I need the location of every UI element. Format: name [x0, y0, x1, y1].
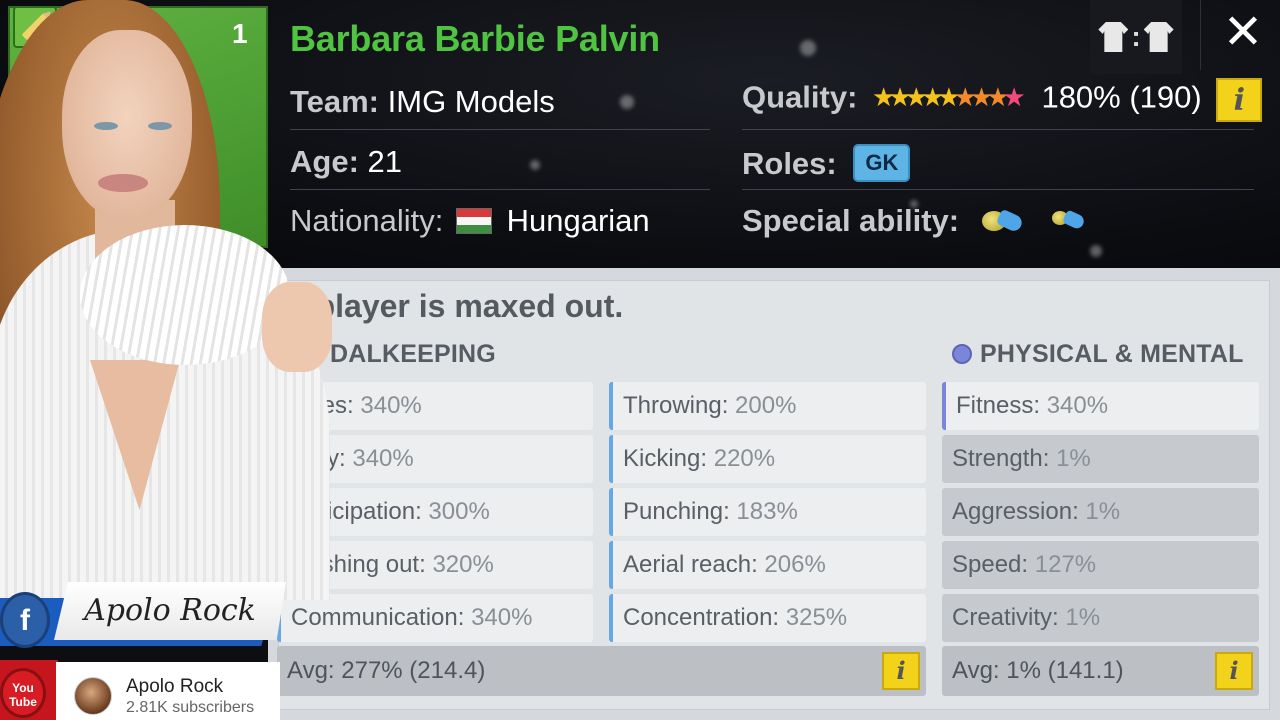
stat-row[interactable]: Creativity: 1%: [942, 594, 1259, 642]
stat-row[interactable]: Communication: 340%: [277, 594, 593, 642]
goalkeeping-average: Avg: 277% (214.4) i: [277, 646, 926, 696]
portrait-hand: [262, 282, 332, 372]
youtube-icon[interactable]: You Tube: [0, 668, 46, 718]
stat-label: Throwing:: [623, 392, 729, 419]
stat-label: Strength:: [952, 445, 1050, 472]
player-name: Barbara Barbie Palvin: [290, 18, 660, 59]
physical-mental-label: PHYSICAL & MENTAL: [980, 340, 1244, 368]
quality-stars-icon: ★★★★★★★★★: [872, 81, 1026, 112]
quality-info-button[interactable]: i: [1216, 78, 1263, 122]
stat-row[interactable]: Kicking: 220%: [609, 435, 926, 483]
stat-label: Concentration:: [623, 604, 780, 631]
divider: [290, 129, 710, 130]
player-portrait: [0, 0, 340, 600]
portrait-collar: [80, 225, 290, 365]
goalkeeping-info-button[interactable]: i: [882, 652, 920, 690]
ability-icon[interactable]: [980, 205, 1026, 235]
physical-average: Avg: 1% (141.1) i: [942, 646, 1259, 696]
stat-value: 300%: [428, 498, 490, 525]
stat-label: Creativity:: [952, 604, 1059, 631]
roles-label: Roles:: [742, 146, 837, 181]
stat-value: 340%: [1046, 392, 1109, 419]
stat-value: 220%: [713, 445, 776, 472]
physical-average-value: Avg: 1% (141.1): [952, 657, 1124, 684]
stat-row[interactable]: Speed: 127%: [942, 541, 1259, 589]
shirt-icon: [1143, 22, 1174, 52]
divider: [290, 189, 710, 190]
signature-banner: Apolo Rock: [54, 582, 286, 640]
stat-value: 206%: [764, 551, 826, 578]
facebook-icon[interactable]: f: [0, 592, 50, 648]
stat-value: 320%: [432, 551, 494, 578]
physical-dot-icon: [952, 344, 972, 364]
stat-value: 325%: [785, 604, 848, 631]
stat-row[interactable]: Throwing: 200%: [609, 382, 926, 430]
team-value: IMG Models: [387, 84, 555, 119]
stat-row[interactable]: Fitness: 340%: [942, 382, 1259, 430]
stat-value: 127%: [1034, 551, 1097, 578]
stat-row[interactable]: Punching: 183%: [609, 488, 926, 536]
stat-row[interactable]: Concentration: 325%: [609, 594, 926, 642]
stat-row[interactable]: Aerial reach: 206%: [609, 541, 926, 589]
stat-value: 340%: [360, 392, 422, 419]
stat-row[interactable]: Strength: 1%: [942, 435, 1259, 483]
kit-compare-button[interactable]: :: [1090, 0, 1182, 74]
stat-value: 340%: [471, 604, 533, 631]
nationality-row: Nationality: Hungarian: [290, 203, 650, 239]
stat-label: Speed:: [952, 551, 1029, 578]
nationality-value: Hungarian: [506, 203, 650, 238]
special-ability-row: Special ability:: [742, 203, 1092, 239]
quality-row: Quality: ★★★★★★★★★ 180% (190) i: [742, 78, 1263, 122]
divider: [1200, 0, 1201, 70]
stat-label: Punching:: [623, 498, 730, 525]
channel-name: Apolo Rock: [126, 676, 224, 697]
portrait-eye: [94, 122, 118, 130]
quality-label: Quality:: [742, 79, 858, 115]
stat-value: 340%: [352, 445, 414, 472]
stat-value: 183%: [736, 498, 798, 525]
physical-mental-title: PHYSICAL & MENTAL: [952, 340, 1244, 369]
portrait-eye: [148, 122, 172, 130]
close-icon[interactable]: ✕: [1216, 8, 1270, 62]
roles-row: Roles: GK: [742, 144, 911, 182]
channel-avatar: [74, 677, 112, 715]
stat-label: Fitness:: [956, 392, 1041, 419]
divider: [742, 129, 1254, 130]
divider: [742, 189, 1254, 190]
subscriber-count: 2.81K subscribers: [126, 699, 255, 716]
physical-info-button[interactable]: i: [1215, 652, 1253, 690]
stat-label: Aggression:: [952, 498, 1079, 525]
hungary-flag-icon: [455, 208, 492, 234]
age-value: 21: [367, 144, 402, 179]
stat-value: 1%: [1065, 604, 1101, 631]
quality-value: 180% (190): [1041, 79, 1202, 115]
stat-label: Kicking:: [623, 445, 708, 472]
goalkeeping-title: DALKEEPING: [330, 340, 496, 368]
ability-icon[interactable]: [1046, 205, 1092, 235]
stat-value: 200%: [735, 392, 797, 419]
stat-label: Aerial reach:: [623, 551, 758, 578]
stat-row[interactable]: Aggression: 1%: [942, 488, 1259, 536]
goalkeeping-average-value: Avg: 277% (214.4): [287, 657, 486, 684]
special-ability-label: Special ability:: [742, 203, 960, 238]
stat-value: 1%: [1056, 445, 1091, 472]
portrait-lips: [98, 174, 148, 192]
stat-label: Communication:: [291, 604, 465, 631]
role-badge: GK: [853, 144, 911, 182]
shirt-icon: [1098, 22, 1129, 52]
stat-value: 1%: [1085, 498, 1121, 525]
